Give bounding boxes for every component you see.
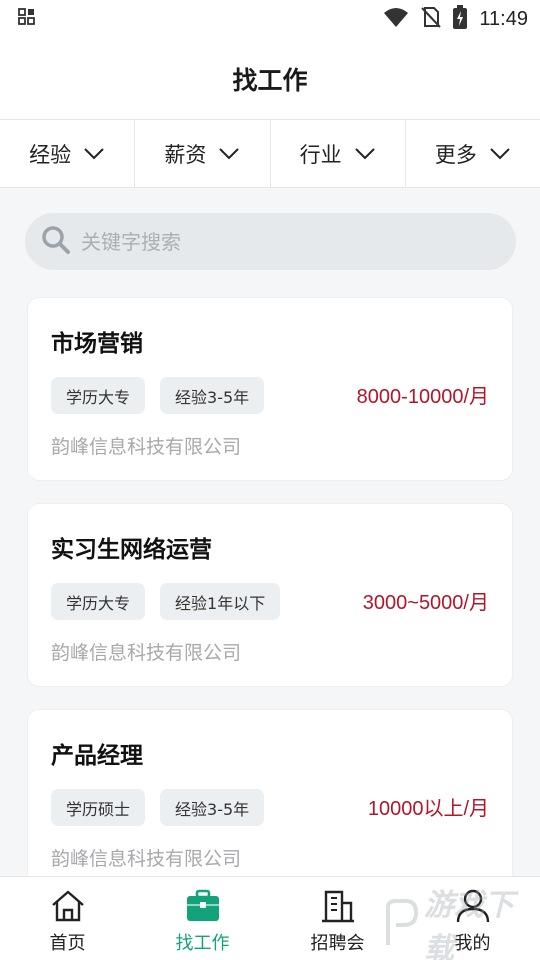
company-name: 韵峰信息科技有限公司 bbox=[51, 848, 242, 870]
search-icon bbox=[41, 225, 71, 259]
experience-tag: 经验1年以下 bbox=[160, 583, 281, 620]
status-bar: 11:49 bbox=[0, 0, 540, 38]
experience-tag: 经验3-5年 bbox=[160, 377, 265, 414]
education-tag: 学历大专 bbox=[51, 377, 146, 414]
page-title: 找工作 bbox=[232, 65, 308, 95]
filter-more[interactable]: 更多 bbox=[406, 120, 540, 187]
company-name: 韵峰信息科技有限公司 bbox=[51, 642, 242, 664]
nav-label: 找工作 bbox=[175, 933, 230, 954]
home-icon bbox=[50, 889, 86, 927]
no-sim-icon bbox=[421, 6, 442, 33]
briefcase-icon bbox=[185, 889, 221, 927]
nav-label: 首页 bbox=[49, 933, 86, 954]
job-card[interactable]: 市场营销 学历大专 经验3-5年 8000-10000/月 韵峰信息科技有限公司 bbox=[27, 297, 513, 481]
chevron-down-icon bbox=[83, 142, 105, 166]
company-name: 韵峰信息科技有限公司 bbox=[51, 436, 242, 458]
filter-label: 经验 bbox=[29, 142, 72, 167]
header: 找工作 bbox=[0, 38, 540, 120]
job-tags: 学历大专 经验3-5年 bbox=[51, 377, 265, 414]
job-title: 市场营销 bbox=[51, 331, 143, 357]
status-time: 11:49 bbox=[479, 7, 528, 30]
nav-item-find-job[interactable]: 找工作 bbox=[135, 877, 270, 960]
job-salary: 10000以上/月 bbox=[367, 798, 489, 820]
filter-experience[interactable]: 经验 bbox=[0, 120, 136, 187]
nav-item-home[interactable]: 首页 bbox=[0, 877, 135, 960]
job-tags: 学历大专 经验1年以下 bbox=[51, 583, 281, 620]
filter-salary[interactable]: 薪资 bbox=[135, 120, 271, 187]
nav-label: 我的 bbox=[454, 933, 491, 954]
search-bar bbox=[25, 213, 516, 270]
filter-label: 行业 bbox=[299, 142, 342, 167]
job-salary: 3000~5000/月 bbox=[362, 592, 489, 614]
bottom-nav: 首页 找工作 招聘会 我的 bbox=[0, 876, 540, 960]
filter-label: 更多 bbox=[434, 142, 477, 167]
search-box[interactable] bbox=[25, 213, 516, 270]
filter-label: 薪资 bbox=[164, 142, 207, 167]
experience-tag: 经验3-5年 bbox=[160, 789, 265, 826]
chevron-down-icon bbox=[489, 142, 511, 166]
chevron-down-icon bbox=[354, 142, 376, 166]
filter-industry[interactable]: 行业 bbox=[271, 120, 406, 187]
nav-label: 招聘会 bbox=[310, 933, 365, 954]
job-title: 实习生网络运营 bbox=[51, 537, 212, 563]
chevron-down-icon bbox=[218, 142, 240, 166]
job-title: 产品经理 bbox=[51, 743, 143, 769]
education-tag: 学历硕士 bbox=[51, 789, 146, 826]
app-grid-icon bbox=[18, 7, 36, 31]
building-icon bbox=[320, 889, 356, 927]
job-card[interactable]: 实习生网络运营 学历大专 经验1年以下 3000~5000/月 韵峰信息科技有限… bbox=[27, 503, 513, 687]
education-tag: 学历大专 bbox=[51, 583, 146, 620]
job-card[interactable]: 产品经理 学历硕士 经验3-5年 10000以上/月 韵峰信息科技有限公司 bbox=[27, 709, 513, 893]
nav-item-mine[interactable]: 我的 bbox=[405, 877, 540, 960]
wifi-icon bbox=[383, 6, 409, 33]
job-salary: 8000-10000/月 bbox=[356, 386, 489, 408]
nav-item-job-fair[interactable]: 招聘会 bbox=[270, 877, 405, 960]
battery-charging-icon bbox=[453, 4, 468, 34]
user-icon bbox=[455, 889, 491, 927]
filter-bar: 经验 薪资 行业 更多 bbox=[0, 120, 540, 188]
search-input[interactable] bbox=[81, 229, 461, 254]
job-tags: 学历硕士 经验3-5年 bbox=[51, 789, 265, 826]
